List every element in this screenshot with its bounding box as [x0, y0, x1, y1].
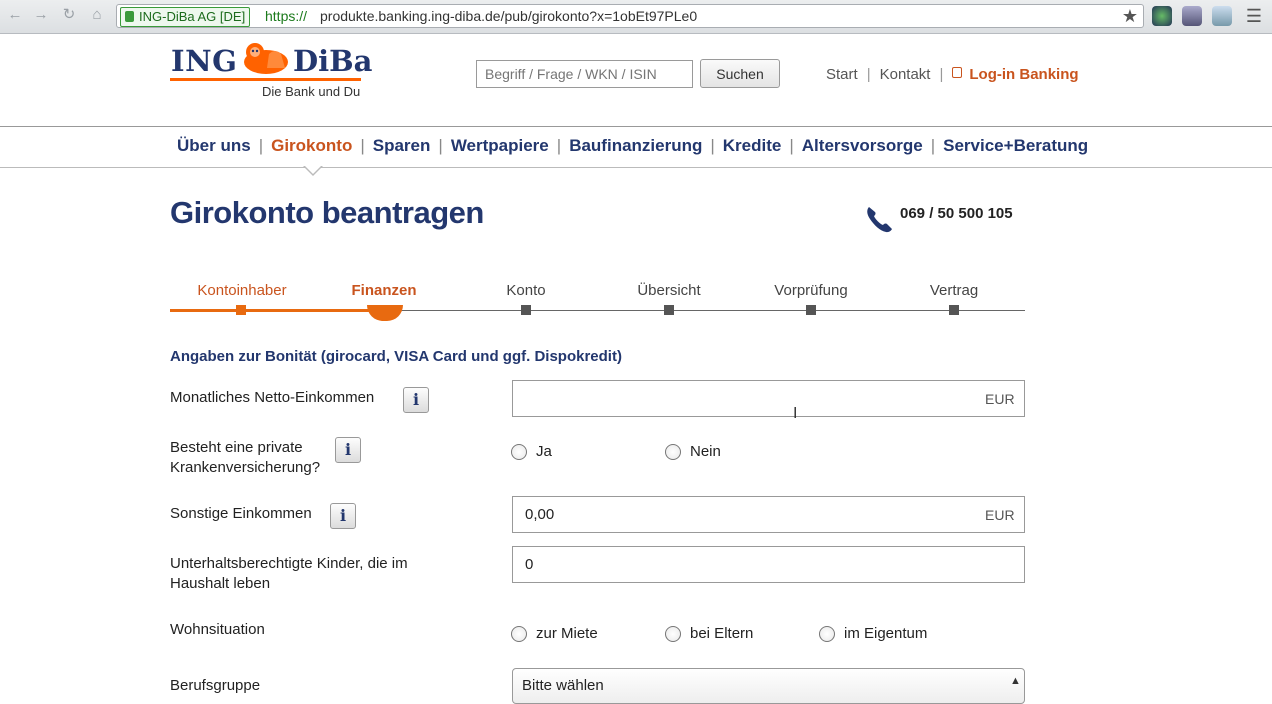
radio-ja[interactable]: [511, 444, 527, 460]
netto-label: Monatliches Netto-Einkommen: [170, 389, 375, 406]
step-dot: [236, 305, 246, 315]
separator: |: [789, 136, 794, 155]
search-button[interactable]: Suchen: [700, 59, 780, 88]
nav-item-kredite[interactable]: Kredite: [723, 136, 782, 156]
berufsgruppe-label: Berufsgruppe: [170, 677, 261, 694]
browser-toolbar: ← → ↻ ⌂ ING-DiBa AG [DE] https:// produk…: [0, 0, 1272, 34]
wohnsituation-label: Wohnsituation: [170, 621, 265, 638]
radio-label-nein[interactable]: Nein: [690, 443, 721, 460]
separator: |: [360, 136, 365, 155]
sonstige-income-input[interactable]: [512, 496, 1025, 533]
step-dot: [949, 305, 959, 315]
step-uebersicht: Übersicht: [637, 282, 701, 299]
logo-underline: [170, 78, 361, 81]
login-label: Log-in Banking: [969, 66, 1079, 83]
logo-ing-text[interactable]: ING: [171, 44, 237, 78]
radio-bei-eltern[interactable]: [665, 626, 681, 642]
separator: |: [258, 136, 264, 155]
nav-item-service-beratung[interactable]: Service+Beratung: [943, 136, 1088, 156]
lion-logo-icon: [244, 43, 288, 74]
chevron-up-icon: ▲: [1010, 675, 1021, 687]
radio-label-bei-eltern[interactable]: bei Eltern: [690, 625, 753, 642]
section-title: Angaben zur Bonität (girocard, VISA Card…: [170, 348, 622, 365]
step-dot: [521, 305, 531, 315]
radio-label-ja[interactable]: Ja: [536, 443, 552, 460]
separator: |: [930, 136, 936, 155]
nav-item-sparen[interactable]: Sparen: [373, 136, 431, 156]
page-title: Girokonto beantragen: [170, 195, 484, 230]
logo-diba-text[interactable]: DiBa: [293, 44, 372, 78]
label-line: Haushalt leben: [170, 575, 271, 592]
netto-income-input[interactable]: [512, 380, 1025, 417]
nav-divider: [0, 167, 1272, 168]
label-line: Krankenversicherung?: [170, 459, 321, 476]
radio-im-eigentum[interactable]: [819, 626, 835, 642]
step-dot: [806, 305, 816, 315]
label-line: Unterhaltsberechtigte Kinder, die im: [170, 555, 408, 572]
home-icon[interactable]: ⌂: [88, 6, 106, 24]
url-text: produkte.banking.ing-diba.de/pub/girokon…: [320, 8, 698, 24]
extension-icon[interactable]: [1212, 6, 1232, 26]
step-vertrag: Vertrag: [929, 282, 979, 299]
reload-icon[interactable]: ↻: [60, 6, 78, 24]
info-icon[interactable]: i: [403, 387, 429, 413]
kontakt-link[interactable]: Kontakt: [880, 66, 931, 83]
address-bar[interactable]: ING-DiBa AG [DE] https:// produkte.banki…: [116, 4, 1144, 28]
search-input[interactable]: [476, 60, 693, 88]
berufsgruppe-select[interactable]: Bitte wählen: [512, 668, 1025, 704]
lock-icon: [952, 67, 963, 78]
main-navigation: Über uns | Girokonto | Sparen | Wertpapiere | Ba…: [177, 136, 1088, 156]
separator: |: [710, 136, 715, 155]
step-kontoinhaber[interactable]: Kontoinhaber: [197, 282, 286, 299]
nav-item-wertpapiere[interactable]: Wertpapiere: [451, 136, 549, 156]
nav-item-baufinanzierung[interactable]: Baufinanzierung: [569, 136, 702, 156]
unit-label: EUR: [985, 507, 1015, 523]
step-active-marker: [367, 305, 403, 321]
step-finanzen: Finanzen: [351, 282, 417, 299]
nav-item-girokonto[interactable]: Girokonto: [271, 136, 352, 156]
logo-tagline: Die Bank und Du: [262, 84, 361, 99]
top-links: Start | Kontakt | Log-in Banking: [826, 66, 1079, 83]
ev-label: ING-DiBa AG [DE]: [139, 9, 246, 24]
extension-icon[interactable]: [1152, 6, 1172, 26]
label-line: Besteht eine private: [170, 439, 303, 456]
back-icon[interactable]: ←: [6, 6, 24, 24]
nav-item-ueber-uns[interactable]: Über uns: [177, 136, 251, 156]
url-scheme: https://: [265, 8, 308, 24]
nav-divider: [0, 126, 1272, 127]
ev-certificate-badge[interactable]: ING-DiBa AG [DE]: [120, 7, 251, 27]
bookmark-star-icon[interactable]: ★: [1122, 6, 1138, 27]
radio-zur-miete[interactable]: [511, 626, 527, 642]
info-icon[interactable]: i: [330, 503, 356, 529]
separator: |: [556, 136, 562, 155]
unit-label: EUR: [985, 391, 1015, 407]
children-count-input[interactable]: [512, 546, 1025, 583]
krankenversicherung-label: Besteht eine private Krankenversicherung…: [170, 438, 320, 478]
active-nav-pointer-fill: [305, 166, 321, 174]
separator: |: [866, 66, 871, 83]
nav-item-altersvorsorge[interactable]: Altersvorsorge: [802, 136, 923, 156]
lock-icon: [125, 11, 134, 22]
sonstige-label: Sonstige Einkommen: [170, 505, 312, 522]
step-konto: Konto: [506, 282, 546, 299]
kinder-label: Unterhaltsberechtigte Kinder, die im Hau…: [170, 554, 408, 594]
start-link[interactable]: Start: [826, 66, 858, 83]
text-cursor-icon: I: [793, 405, 798, 422]
login-banking-link[interactable]: Log-in Banking: [952, 66, 1079, 83]
phone-number[interactable]: 069 / 50 500 105: [900, 205, 1013, 222]
radio-label-zur-miete[interactable]: zur Miete: [536, 625, 598, 642]
separator: |: [939, 66, 944, 83]
radio-nein[interactable]: [665, 444, 681, 460]
extension-icon[interactable]: [1182, 6, 1202, 26]
radio-label-im-eigentum[interactable]: im Eigentum: [844, 625, 927, 642]
menu-icon[interactable]: ☰: [1244, 6, 1264, 26]
step-progress: [170, 309, 385, 312]
separator: |: [438, 136, 443, 155]
info-icon[interactable]: i: [335, 437, 361, 463]
phone-icon: [867, 207, 892, 233]
step-dot: [664, 305, 674, 315]
step-vorpruefung: Vorprüfung: [774, 282, 848, 299]
forward-icon[interactable]: →: [32, 6, 50, 24]
